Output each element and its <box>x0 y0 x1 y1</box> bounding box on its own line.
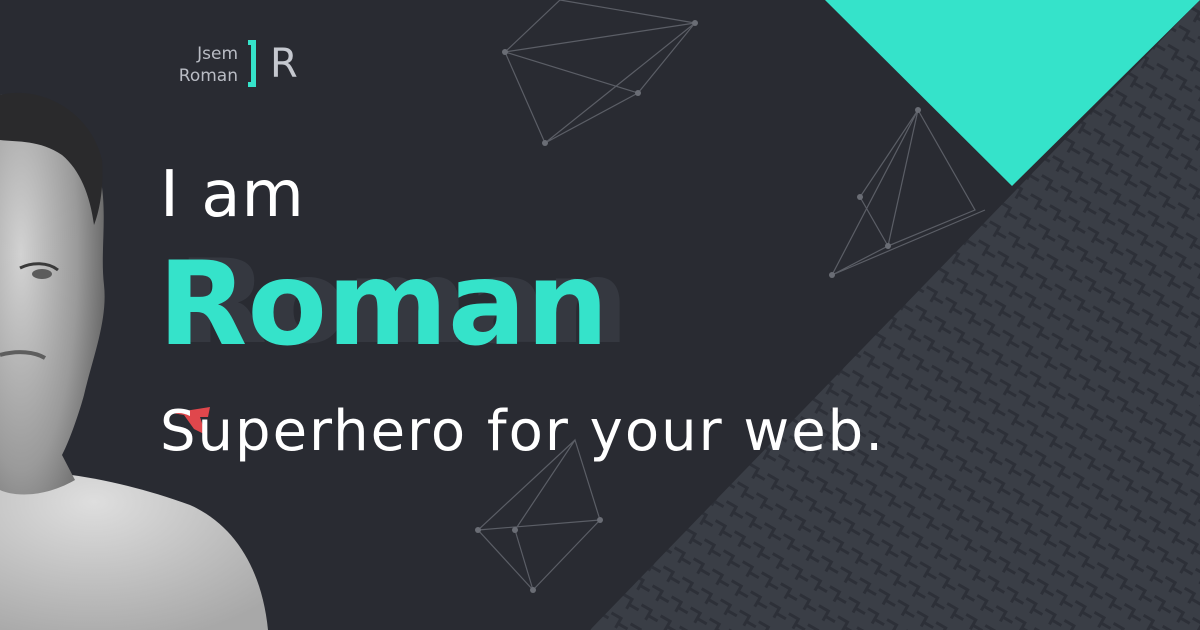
intro-text: I am <box>160 158 305 232</box>
logo-line2: Roman <box>178 66 238 86</box>
hero-banner: Jsem Roman R I am Roman Roman Superhero … <box>0 0 1200 630</box>
logo-line1: Jsem <box>197 44 238 64</box>
logo-letter: R <box>270 41 298 87</box>
logo-wordmark: Jsem Roman <box>150 43 238 87</box>
hero-name: Roman <box>158 237 609 372</box>
tagline: Superhero for your web. <box>160 399 885 464</box>
logo-bracket-icon <box>248 40 256 87</box>
pattern-triangle <box>590 0 1200 630</box>
